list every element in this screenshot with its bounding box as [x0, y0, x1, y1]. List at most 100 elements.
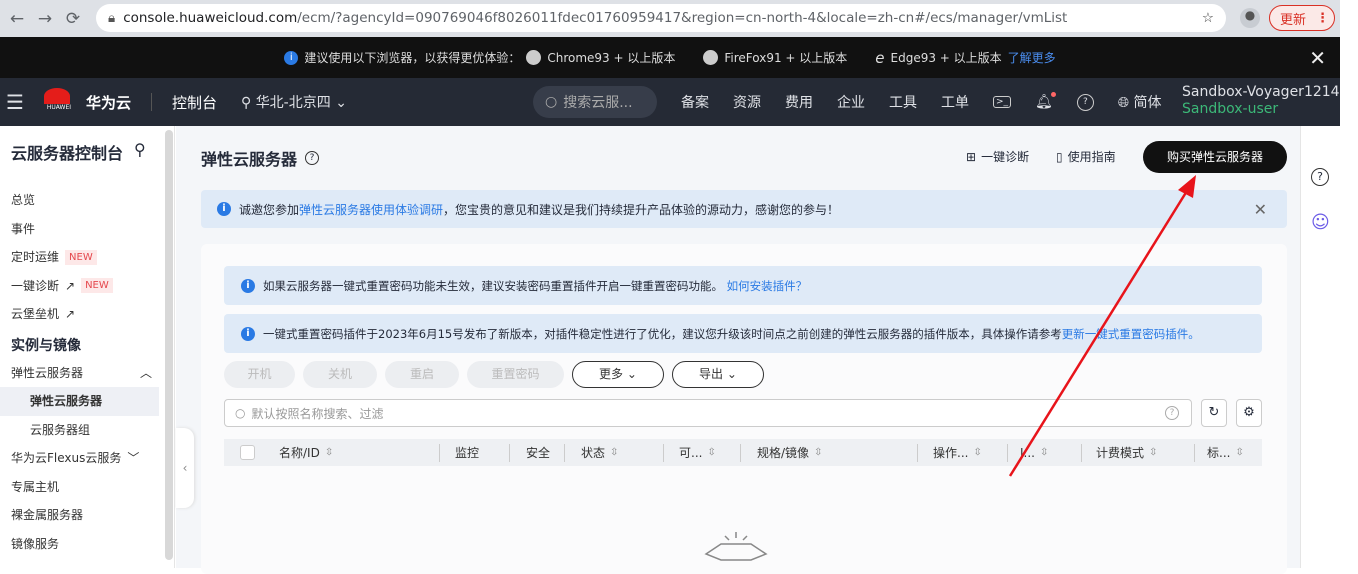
more-dropdown[interactable]: 更多 ⌄	[572, 361, 664, 388]
refresh-button[interactable]: ↻	[1201, 399, 1227, 427]
search-icon: ○	[235, 406, 246, 420]
table-header: 名称/ID ⇳ 监控 安全 状态 ⇳ 可... ⇳ 规格/镜像 ⇳ 操作... ⇳ I..…	[224, 439, 1262, 466]
instance-list-card: i 如果云服务器一键式重置密码功能未生效，建议安装密码重置插件开启一键重置密码功能…	[201, 244, 1287, 574]
browser-toolbar: ← → ⟳ 🔒︎ console.huaweicloud.com/ecm/?ag…	[0, 0, 1358, 37]
sidebar-item-ecs[interactable]: 弹性云服务器	[0, 387, 159, 416]
edge-icon: e	[875, 48, 885, 67]
nav-beian[interactable]: 备案	[681, 92, 709, 112]
help-icon[interactable]: ?	[1165, 406, 1179, 420]
sort-icon: ⇳	[324, 447, 334, 458]
external-link-icon: ↗	[65, 307, 76, 321]
nav-resources[interactable]: 资源	[733, 92, 761, 112]
restart-button[interactable]: 重启	[385, 361, 459, 388]
search-filter-input[interactable]: ○ 默认按照名称搜索、过滤?	[224, 399, 1192, 427]
main-content: 弹性云服务器? ⊞ 一键诊断 ▯ 使用指南 购买弹性云服务器 i 诚邀您参加弹性云服…	[176, 126, 1300, 574]
sort-icon: ⇳	[1149, 447, 1158, 458]
update-button[interactable]: 更新 ⋮	[1269, 5, 1335, 31]
bookmark-star-icon[interactable]: ☆	[1202, 10, 1214, 26]
terminal-icon[interactable]: >_	[993, 96, 1012, 108]
nav-enterprise[interactable]: 企业	[837, 92, 865, 112]
buy-ecs-button[interactable]: 购买弹性云服务器	[1143, 141, 1287, 173]
sort-icon: ⇳	[814, 447, 823, 458]
col-name[interactable]: 名称/ID ⇳	[279, 444, 333, 461]
close-icon[interactable]: ✕	[1309, 46, 1326, 70]
sort-icon: ⇳	[707, 447, 716, 458]
sidebar-item-bms[interactable]: 裸金属服务器	[0, 501, 174, 530]
more-vert-icon: ⋮	[1316, 10, 1330, 26]
account-menu[interactable]: Sandbox-Voyager1214 Sandbox-user	[1182, 84, 1340, 118]
search-icon[interactable]: ⚲	[134, 140, 146, 159]
forward-icon[interactable]: →	[34, 9, 56, 29]
lock-icon: 🔒︎	[108, 10, 116, 26]
col-az[interactable]: 可... ⇳	[679, 444, 716, 461]
update-plugin-link[interactable]: 更新一键式重置密码插件。	[1062, 327, 1200, 341]
empty-box-icon	[704, 532, 768, 561]
sidebar-item-scheduled-ops[interactable]: 定时运维 NEW	[0, 243, 174, 272]
select-all-checkbox[interactable]	[240, 445, 255, 460]
diagnose-button[interactable]: ⊞ 一键诊断	[966, 148, 1029, 165]
nav-tools[interactable]: 工具	[889, 92, 917, 112]
back-icon[interactable]: ←	[6, 9, 28, 29]
profile-icon[interactable]: ●	[1240, 8, 1260, 28]
install-plugin-link[interactable]: 如何安装插件？	[727, 279, 808, 293]
learn-more-link[interactable]: 了解更多	[1008, 49, 1056, 66]
col-os[interactable]: 操作... ⇳	[933, 444, 982, 461]
console-link[interactable]: 控制台	[172, 92, 217, 113]
help-icon[interactable]: ?	[305, 151, 320, 165]
export-dropdown[interactable]: 导出 ⌄	[672, 361, 764, 388]
feedback-smile-icon[interactable]: ☺	[1311, 212, 1330, 233]
nav-tickets[interactable]: 工单	[941, 92, 969, 112]
guide-button[interactable]: ▯ 使用指南	[1056, 148, 1116, 165]
sidebar-title: 云服务器控制台	[11, 144, 124, 163]
reset-password-button[interactable]: 重置密码	[467, 361, 564, 388]
col-spec[interactable]: 规格/镜像 ⇳	[757, 444, 822, 461]
address-bar[interactable]: 🔒︎ console.huaweicloud.com/ecm/?agencyId…	[96, 4, 1226, 32]
huawei-logo[interactable]: HUAWEI	[43, 88, 74, 116]
sidebar-item-overview[interactable]: 总览	[0, 186, 174, 215]
sidebar-item-events[interactable]: 事件	[0, 215, 174, 244]
start-button[interactable]: 开机	[224, 361, 295, 388]
sidebar-section-title: 实例与镜像	[11, 337, 81, 354]
sidebar-collapse-button[interactable]: ‹	[176, 428, 194, 508]
survey-link[interactable]: 弹性云服务器使用体验调研	[299, 203, 443, 217]
close-icon[interactable]: ✕	[1254, 200, 1267, 219]
sidebar-item-dedicated-host[interactable]: 专属主机	[0, 473, 174, 502]
info-icon: i	[284, 50, 299, 65]
col-security: 安全	[526, 446, 551, 460]
sidebar-scrollbar[interactable]	[165, 130, 173, 560]
sidebar-item-image[interactable]: 镜像服务	[0, 530, 174, 559]
sidebar-item-bastion[interactable]: 云堡垒机 ↗	[0, 300, 174, 329]
reload-icon[interactable]: ⟳	[62, 9, 84, 29]
menu-icon[interactable]: ☰	[6, 90, 24, 114]
sort-icon: ⇳	[610, 447, 619, 458]
col-ip[interactable]: I... ⇳	[1020, 446, 1048, 460]
refresh-icon: ↻	[1208, 405, 1220, 420]
help-icon[interactable]: ?	[1311, 168, 1329, 186]
chevron-down-icon: ⌄	[626, 367, 637, 381]
sort-icon: ⇳	[973, 447, 982, 458]
chevron-up-icon: ︿	[139, 365, 152, 380]
sidebar-group-ecs[interactable]: 弹性云服务器 ︿	[0, 359, 174, 388]
bell-icon[interactable]: 🔔︎	[1035, 92, 1056, 110]
col-status[interactable]: 状态 ⇳	[581, 444, 618, 461]
info-icon: i	[217, 202, 231, 216]
page-title: 弹性云服务器	[201, 150, 298, 169]
firefox-icon	[703, 50, 719, 65]
sidebar-item-flexus[interactable]: 华为云Flexus云服务 ﹀	[0, 444, 174, 473]
sidebar-item-diagnose[interactable]: 一键诊断 ↗ NEW	[0, 272, 174, 301]
stop-button[interactable]: 关机	[303, 361, 377, 388]
plugin-update-tip: i 一键式重置密码插件于2023年6月15号发布了新版本，对插件稳定性进行了优化，…	[224, 314, 1262, 353]
sort-icon: ⇳	[1235, 447, 1244, 458]
new-badge: NEW	[65, 249, 97, 265]
plugin-tip: i 如果云服务器一键式重置密码功能未生效，建议安装密码重置插件开启一键重置密码功能…	[224, 266, 1262, 305]
sidebar-item-server-group[interactable]: 云服务器组	[0, 416, 174, 445]
col-billing[interactable]: 计费模式 ⇳	[1096, 444, 1157, 461]
nav-billing[interactable]: 费用	[785, 92, 813, 112]
col-tags[interactable]: 标... ⇳	[1207, 444, 1244, 461]
external-link-icon: ↗	[65, 278, 76, 293]
settings-button[interactable]: ⚙	[1236, 399, 1262, 427]
help-icon[interactable]: ?	[1076, 93, 1094, 111]
search-input[interactable]: ○ 搜索云服...	[533, 86, 657, 118]
region-selector[interactable]: ⚲ 华北-北京四 ⌄	[241, 92, 347, 112]
language-selector[interactable]: 🌐︎ 简体	[1118, 92, 1162, 112]
